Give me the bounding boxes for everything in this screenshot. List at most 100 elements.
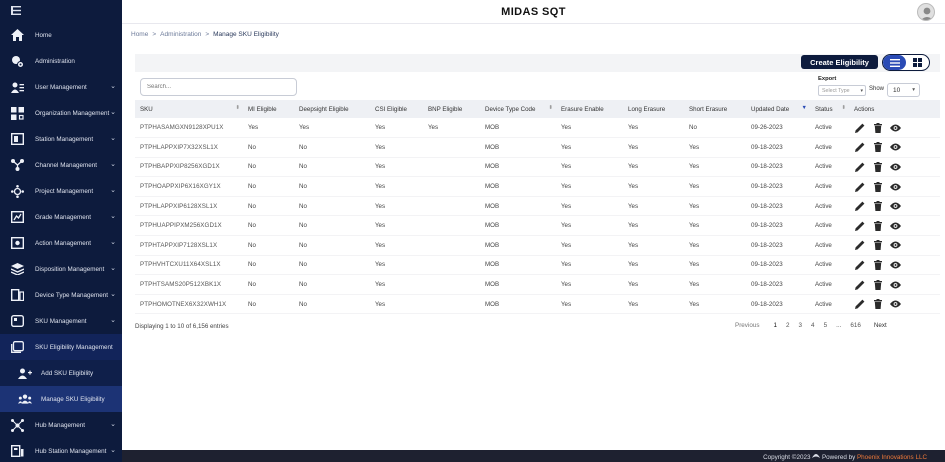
column-header-updated-date[interactable]: Updated Date ▼ [746,100,810,118]
edit-pencil-icon[interactable] [854,201,865,212]
edit-pencil-icon[interactable] [854,122,865,133]
cell-device-type-code: MOB [480,294,556,315]
delete-trash-icon[interactable] [872,181,883,192]
sidebar-item-sku-eligibility-management[interactable]: SKU Eligibility Management [0,334,122,360]
pagination-page[interactable]: 1 [774,322,778,329]
delete-trash-icon[interactable] [872,142,883,153]
page-size-select[interactable]: 10 ▾ [887,83,920,97]
cell-short-erasure: Yes [684,255,746,276]
pagination-page[interactable]: 3 [799,322,803,329]
table-row: PTPHVHTCXU11X64XSL1X No No Yes MOB Yes Yes Yes 0… [135,255,940,276]
view-eye-icon[interactable] [890,161,901,172]
cell-erasure-enable: Yes [556,215,623,237]
column-header-sku[interactable]: SKU ⬍ [135,100,243,118]
view-toggle [882,54,930,71]
sidebar-subitem-add-sku-eligibility[interactable]: Add SKU Eligibility [0,360,122,386]
cell-deepsight-eligible: No [294,157,370,178]
sidebar-item-administration[interactable]: Administration [0,48,122,74]
sidebar-item-hub-management[interactable]: Hub Management ⌄ [0,412,122,438]
disposition-icon [10,262,24,276]
column-header-label: Long Erasure [628,105,666,113]
sort-desc-icon[interactable]: ▼ [802,105,807,111]
show-label: Show [869,86,885,92]
edit-pencil-icon[interactable] [854,279,865,290]
view-eye-icon[interactable] [890,279,901,290]
chevron-down-icon: ▾ [860,88,863,94]
sidebar-item-grade-management[interactable]: Grade Management ⌄ [0,204,122,230]
pagination-next[interactable]: Next [874,322,887,329]
search-input[interactable] [140,78,297,96]
edit-pencil-icon[interactable] [854,220,865,231]
create-eligibility-button[interactable]: Create Eligibility [801,55,878,69]
cell-mi-eligible: No [243,157,294,178]
view-eye-icon[interactable] [890,201,901,212]
edit-pencil-icon[interactable] [854,161,865,172]
column-header-status[interactable]: Status ⬍ [810,100,849,118]
cell-short-erasure: Yes [684,137,746,158]
delete-trash-icon[interactable] [872,220,883,231]
view-eye-icon[interactable] [890,240,901,251]
pagination-page[interactable]: 4 [811,322,815,329]
sidebar-item-action-management[interactable]: Action Management ⌄ [0,230,122,256]
delete-trash-icon[interactable] [872,240,883,251]
channel-icon [10,158,24,172]
view-eye-icon[interactable] [890,220,901,231]
sidebar-item-sku-management[interactable]: SKU Management ⌄ [0,308,122,334]
pagination-page[interactable]: 2 [786,322,790,329]
cell-status: Active [810,118,849,139]
delete-trash-icon[interactable] [872,122,883,133]
sidebar-item-device-type-management[interactable]: Device Type Management ⌄ [0,282,122,308]
sidebar-item-disposition-management[interactable]: Disposition Management ⌄ [0,256,122,282]
chevron-down-icon: ⌄ [110,317,116,324]
sort-icon[interactable]: ⬍ [841,105,846,111]
pagination-page[interactable]: 5 [824,322,828,329]
breadcrumb-home[interactable]: Home [131,31,148,38]
column-header-device-type-code[interactable]: Device Type Code ⬍ [480,100,556,118]
organization-icon [10,106,24,120]
delete-trash-icon[interactable] [872,161,883,172]
edit-pencil-icon[interactable] [854,240,865,251]
copyright-brand-link[interactable]: Phoenix Innovations LLC [857,454,927,461]
sort-icon[interactable]: ⬍ [235,105,240,111]
column-header-label: Erasure Enable [561,105,604,113]
pagination-previous[interactable]: Previous [735,322,760,329]
sidebar-collapse-toggle[interactable] [0,0,122,22]
cell-updated-date: 09-18-2023 [746,176,810,197]
delete-trash-icon[interactable] [872,201,883,212]
sidebar-item-hub-station-management[interactable]: Hub Station Management ⌄ [0,438,122,462]
user-avatar[interactable] [917,3,935,21]
edit-pencil-icon[interactable] [854,299,865,310]
export-type-select[interactable]: Select Type ▾ [818,85,866,96]
delete-trash-icon[interactable] [872,259,883,270]
copyright-powered: Powered by [821,454,856,461]
breadcrumb-administration[interactable]: Administration [160,31,201,38]
grid-view-button[interactable] [906,55,929,70]
view-eye-icon[interactable] [890,299,901,310]
edit-pencil-icon[interactable] [854,142,865,153]
edit-pencil-icon[interactable] [854,259,865,270]
chevron-down-icon: ⌄ [110,239,116,246]
edit-pencil-icon[interactable] [854,181,865,192]
cell-actions [849,294,940,315]
sidebar-subitem-manage-sku-eligibility[interactable]: Manage SKU Eligibility [0,386,122,412]
sidebar-item-organization-management[interactable]: Organization Management ⌄ [0,100,122,126]
sidebar-item-home[interactable]: Home [0,22,122,48]
delete-trash-icon[interactable] [872,279,883,290]
sidebar-item-user-management[interactable]: User Management ⌄ [0,74,122,100]
pagination-page[interactable]: 616 [850,322,861,329]
sort-icon[interactable]: ⬍ [548,105,553,111]
cell-actions [849,118,940,139]
cell-erasure-enable: Yes [556,255,623,276]
delete-trash-icon[interactable] [872,299,883,310]
cell-mi-eligible: No [243,274,294,295]
view-eye-icon[interactable] [890,122,901,133]
view-eye-icon[interactable] [890,259,901,270]
sidebar-item-project-management[interactable]: Project Management ⌄ [0,178,122,204]
sidebar-item-channel-management[interactable]: Channel Management ⌄ [0,152,122,178]
view-eye-icon[interactable] [890,181,901,192]
cell-erasure-enable: Yes [556,157,623,178]
sidebar-item-station-management[interactable]: Station Management ⌄ [0,126,122,152]
cell-erasure-enable: Yes [556,137,623,158]
list-view-button[interactable] [883,55,906,70]
view-eye-icon[interactable] [890,142,901,153]
